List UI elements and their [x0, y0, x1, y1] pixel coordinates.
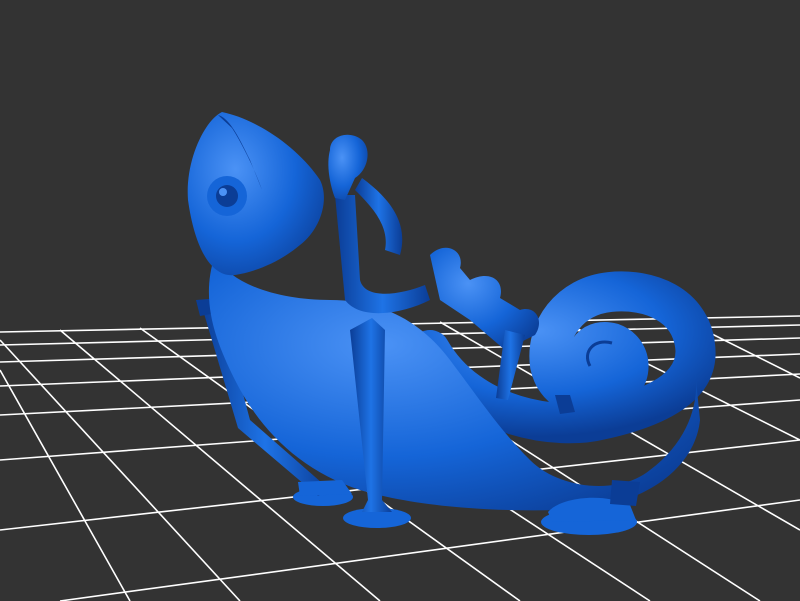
viewport-canvas[interactable]: [0, 0, 800, 601]
foot-support: [610, 480, 640, 506]
3d-viewport[interactable]: [0, 0, 800, 601]
eye-icon: [216, 185, 238, 207]
eye-highlight: [219, 188, 227, 196]
